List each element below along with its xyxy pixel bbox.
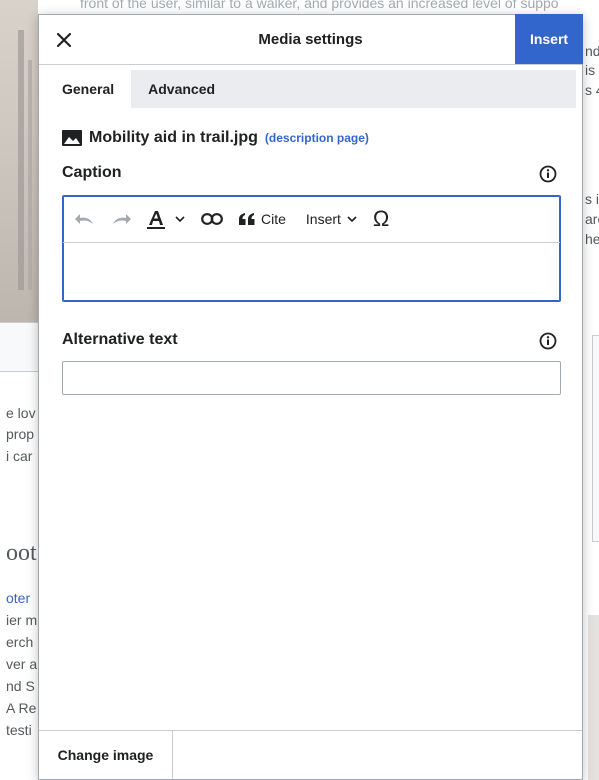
special-character-button[interactable]: Ω — [365, 202, 397, 236]
article-text-fragment: i car — [6, 448, 33, 464]
info-icon[interactable] — [539, 332, 557, 350]
chevron-down-icon — [347, 216, 357, 222]
dialog-title: Media settings — [258, 31, 363, 48]
alt-text-input[interactable] — [62, 361, 561, 395]
redo-button[interactable] — [103, 202, 139, 236]
article-infobox-edge — [592, 335, 599, 542]
caption-label: Caption — [62, 164, 122, 181]
file-name: Mobility aid in trail.jpg — [89, 129, 258, 146]
undo-button[interactable] — [67, 202, 103, 236]
link-icon — [201, 213, 223, 225]
description-page-link[interactable]: (description page) — [265, 131, 369, 145]
tab-general[interactable]: General — [45, 70, 132, 108]
file-info: Mobility aid in trail.jpg (description p… — [62, 129, 369, 147]
article-image-edge — [588, 615, 599, 780]
omega-icon: Ω — [372, 206, 390, 231]
article-text-fragment: erch — [6, 634, 34, 650]
link-button[interactable] — [193, 202, 231, 236]
tab-advanced[interactable]: Advanced — [131, 70, 232, 108]
dialog-header: Media settings Insert — [39, 14, 583, 65]
article-text-fragment: A Re — [6, 700, 37, 716]
article-link-fragment[interactable]: oter — [6, 588, 30, 609]
caption-toolbar: Cite Insert Ω — [63, 196, 560, 243]
redo-icon — [113, 214, 131, 224]
article-image-caption-box — [0, 322, 38, 372]
article-text-fragment: testi — [6, 722, 32, 738]
image-icon — [62, 130, 82, 146]
insert-menu-label: Insert — [305, 211, 341, 227]
alt-text-label: Alternative text — [62, 331, 178, 348]
tab-bar: General Advanced — [45, 70, 576, 108]
insert-button[interactable]: Insert — [515, 14, 583, 64]
article-text-line: front of the user, similar to a walker, … — [80, 0, 559, 11]
article-text-fragment: is — [585, 62, 596, 78]
article-text-fragment: he — [585, 231, 599, 247]
article-section-heading: oot — [6, 540, 37, 566]
media-settings-dialog: Media settings Insert General Advanced M… — [38, 14, 583, 780]
article-text-fragment: s i — [585, 191, 599, 207]
info-icon[interactable] — [539, 165, 557, 183]
article-text-fragment: e lov — [6, 405, 36, 421]
caption-editor: Cite Insert Ω — [62, 195, 561, 302]
text-style-button[interactable] — [139, 202, 193, 236]
chevron-down-icon — [175, 216, 185, 222]
article-image — [0, 0, 38, 322]
article-text-fragment: prop — [6, 426, 35, 442]
undo-icon — [75, 214, 93, 224]
change-image-button[interactable]: Change image — [39, 731, 173, 779]
article-text-fragment: s 4 — [585, 82, 599, 98]
article-text-fragment: ver a — [6, 656, 38, 672]
article-text-fragment: arc — [585, 211, 599, 227]
cite-button[interactable]: Cite — [231, 202, 294, 236]
close-button[interactable] — [45, 21, 83, 59]
dialog-footer: Change image — [39, 730, 582, 779]
quote-icon — [239, 213, 255, 225]
article-text-fragment: nds — [585, 43, 599, 59]
caption-input[interactable] — [63, 243, 560, 301]
cite-label: Cite — [261, 211, 286, 227]
insert-menu-button[interactable]: Insert — [298, 202, 365, 236]
text-style-icon — [147, 211, 165, 229]
close-icon — [56, 32, 72, 48]
article-text-fragment: nd S — [6, 678, 35, 694]
article-text-fragment: ier m — [6, 612, 38, 628]
